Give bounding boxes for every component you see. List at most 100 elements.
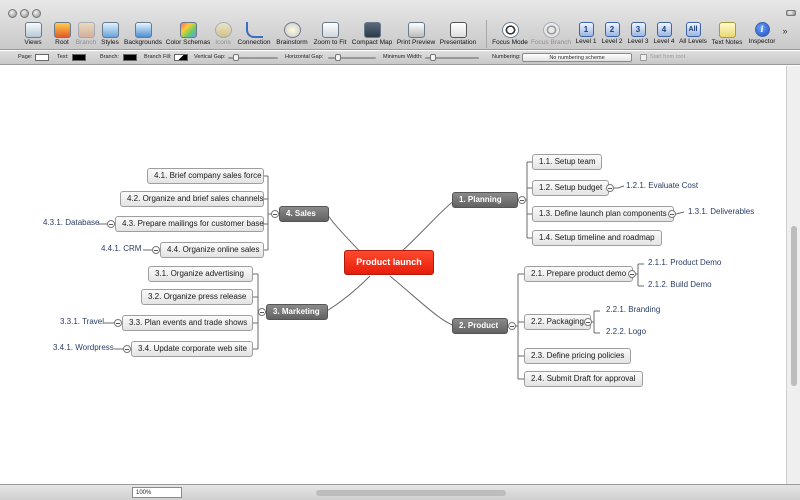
inspector-button[interactable]: i Inspector: [747, 22, 777, 50]
toolbar-overflow-button[interactable]: »: [778, 26, 792, 54]
backgrounds-button[interactable]: Backgrounds: [122, 22, 164, 50]
subtopic-4-4-1[interactable]: 4.4.1. CRM: [101, 244, 141, 253]
printer-icon: [407, 22, 425, 38]
level-1-button[interactable]: 1 Level 1: [574, 22, 598, 50]
collapse-4-3-button[interactable]: [107, 220, 115, 228]
focus-branch-button[interactable]: Focus Branch: [530, 22, 572, 50]
collapse-3-3-button[interactable]: [114, 319, 122, 327]
color-schemas-button[interactable]: Color Schemas: [165, 22, 211, 50]
topic-2-1[interactable]: 2.1. Prepare product demo: [524, 266, 634, 282]
text-notes-button[interactable]: Text Notes: [710, 22, 744, 50]
subtopic-3-4-1[interactable]: 3.4.1. Wordpress: [53, 343, 114, 352]
zoom-select[interactable]: 100%: [132, 487, 182, 498]
topic-1-2[interactable]: 1.2. Setup budget: [532, 180, 610, 196]
topic-2-4[interactable]: 2.4. Submit Draft for approval: [524, 371, 643, 387]
topic-4-3[interactable]: 4.3. Prepare mailings for customer base: [115, 216, 264, 232]
start-from-root-label: Start from root: [650, 54, 686, 60]
zoom-to-fit-icon: [321, 22, 339, 38]
mind-map-canvas[interactable]: Product launch 1. Planning 2. Product 3.…: [0, 66, 786, 484]
collapse-2-1-button[interactable]: [628, 270, 636, 278]
minimum-width-label: Minimum Width:: [383, 54, 423, 60]
toolbar-toggle-button[interactable]: [786, 10, 796, 16]
branch-sales[interactable]: 4. Sales: [279, 206, 329, 222]
compact-map-button[interactable]: Compact Map: [350, 22, 394, 50]
collapse-2-2-button[interactable]: [584, 318, 592, 326]
topic-3-3[interactable]: 3.3. Plan events and trade shows: [122, 315, 253, 331]
collapse-sales-button[interactable]: [271, 210, 279, 218]
collapse-4-4-button[interactable]: [152, 246, 160, 254]
level-4-button[interactable]: 4 Level 4: [652, 22, 676, 50]
vertical-gap-knob[interactable]: [233, 54, 239, 61]
format-bar: Page: Text: Branch: Branch Fill: Vertica…: [0, 51, 800, 65]
root-icon: [53, 22, 71, 38]
branch-marketing[interactable]: 3. Marketing: [266, 304, 328, 320]
subtopic-2-1-2[interactable]: 2.1.2. Build Demo: [648, 280, 712, 289]
start-from-root-checkbox[interactable]: [640, 54, 647, 61]
connection-button[interactable]: Connection: [236, 22, 272, 50]
branch-color-well[interactable]: [123, 54, 137, 61]
collapse-1-2-button[interactable]: [606, 184, 614, 192]
topic-4-2[interactable]: 4.2. Organize and brief sales channels: [120, 191, 264, 207]
styles-button[interactable]: Styles: [99, 22, 121, 50]
page-color-label: Page:: [18, 54, 33, 60]
topic-1-4[interactable]: 1.4. Setup timeline and roadmap: [532, 230, 662, 246]
brainstorm-button[interactable]: Brainstorm: [274, 22, 310, 50]
minimize-window-button[interactable]: [20, 9, 29, 18]
numbering-select[interactable]: No numbering scheme: [522, 53, 632, 62]
topic-2-3[interactable]: 2.3. Define pricing policies: [524, 348, 632, 364]
level-2-button[interactable]: 2 Level 2: [600, 22, 624, 50]
vertical-scrollbar[interactable]: [786, 66, 800, 484]
text-color-label: Text:: [57, 54, 69, 60]
views-button[interactable]: Views: [22, 22, 44, 50]
connection-icon: [245, 22, 263, 38]
subtopic-1-3-1[interactable]: 1.3.1. Deliverables: [688, 207, 754, 216]
topic-1-3[interactable]: 1.3. Define launch plan components: [532, 206, 674, 222]
presentation-button[interactable]: Presentation: [438, 22, 478, 50]
subtopic-2-1-1[interactable]: 2.1.1. Product Demo: [648, 258, 721, 267]
close-window-button[interactable]: [8, 9, 17, 18]
branch-product[interactable]: 2. Product: [452, 318, 508, 334]
focus-branch-icon: [542, 22, 560, 38]
branch-button[interactable]: Branch: [75, 22, 97, 50]
subtopic-3-3-1[interactable]: 3.3.1. Travel: [60, 317, 104, 326]
zoom-window-button[interactable]: [32, 9, 41, 18]
horizontal-gap-knob[interactable]: [335, 54, 341, 61]
topic-4-4[interactable]: 4.4. Organize online sales: [160, 242, 264, 258]
collapse-product-button[interactable]: [508, 322, 516, 330]
subtopic-1-2-1[interactable]: 1.2.1. Evaluate Cost: [626, 181, 698, 190]
vertical-gap-label: Vertical Gap:: [194, 54, 226, 60]
info-icon: i: [754, 22, 770, 37]
branch-color-label: Branch:: [100, 54, 119, 60]
topic-2-2[interactable]: 2.2. Packaging: [524, 314, 591, 330]
topic-1-1[interactable]: 1.1. Setup team: [532, 154, 603, 170]
minimum-width-knob[interactable]: [430, 54, 436, 61]
print-preview-button[interactable]: Print Preview: [395, 22, 437, 50]
subtopic-2-2-2[interactable]: 2.2.2. Logo: [606, 327, 646, 336]
presentation-icon: [449, 22, 467, 38]
subtopic-4-3-1[interactable]: 4.3.1. Database: [43, 218, 99, 227]
topic-3-1[interactable]: 3.1. Organize advertising: [148, 266, 253, 282]
collapse-planning-button[interactable]: [518, 196, 526, 204]
topic-4-1[interactable]: 4.1. Brief company sales force: [147, 168, 264, 184]
horizontal-scroll-thumb[interactable]: [316, 490, 506, 496]
level-3-button[interactable]: 3 Level 3: [626, 22, 650, 50]
page-color-well[interactable]: [35, 54, 49, 61]
collapse-1-3-button[interactable]: [668, 210, 676, 218]
level-3-icon: 3: [630, 22, 646, 37]
topic-3-2[interactable]: 3.2. Organize press release: [141, 289, 253, 305]
collapse-3-4-button[interactable]: [123, 345, 131, 353]
focus-mode-button[interactable]: Focus Mode: [492, 22, 528, 50]
topic-3-4[interactable]: 3.4. Update corporate web site: [131, 341, 253, 357]
root-button[interactable]: Root: [52, 22, 72, 50]
icons-button[interactable]: Icons: [212, 22, 234, 50]
branch-planning[interactable]: 1. Planning: [452, 192, 518, 208]
text-color-well[interactable]: [72, 54, 86, 61]
all-levels-button[interactable]: All All Levels: [678, 22, 708, 50]
subtopic-2-2-1[interactable]: 2.2.1. Branding: [606, 305, 660, 314]
branch-fill-well[interactable]: [174, 54, 188, 61]
status-bar: 100%: [0, 484, 800, 500]
zoom-to-fit-button[interactable]: Zoom to Fit: [311, 22, 349, 50]
collapse-marketing-button[interactable]: [258, 308, 266, 316]
central-topic[interactable]: Product launch: [344, 250, 434, 275]
vertical-scroll-thumb[interactable]: [791, 226, 797, 386]
